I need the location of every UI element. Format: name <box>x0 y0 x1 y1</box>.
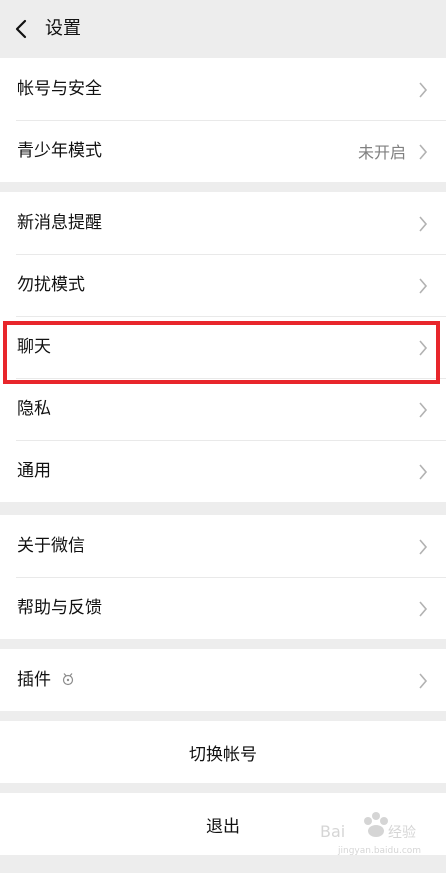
settings-item-label: 插件 <box>17 670 51 690</box>
settings-group-plugins: 插件 <box>0 649 446 711</box>
chevron-right-icon <box>419 216 428 232</box>
settings-item-teen-mode[interactable]: 青少年模式 未开启 <box>0 120 446 182</box>
chevron-right-icon <box>419 539 428 555</box>
settings-item-value: 未开启 <box>357 143 406 162</box>
settings-group-about: 关于微信 帮助与反馈 <box>0 515 446 639</box>
plugin-icon <box>62 673 74 686</box>
chevron-right-icon <box>419 278 428 294</box>
svg-text:Bai: Bai <box>320 822 345 841</box>
chevron-right-icon <box>419 402 428 418</box>
settings-item-privacy[interactable]: 隐私 <box>0 378 446 440</box>
settings-item-general[interactable]: 通用 <box>0 440 446 502</box>
chevron-right-icon <box>419 82 428 98</box>
switch-account-group: 切换帐号 <box>0 721 446 783</box>
settings-item-help-feedback[interactable]: 帮助与反馈 <box>0 577 446 639</box>
switch-account-button[interactable]: 切换帐号 <box>0 721 446 783</box>
settings-item-new-message-notify[interactable]: 新消息提醒 <box>0 192 446 254</box>
settings-item-label: 青少年模式 <box>17 141 102 161</box>
settings-item-label: 帮助与反馈 <box>17 598 102 618</box>
page-title: 设置 <box>45 18 81 39</box>
chevron-right-icon <box>419 673 428 689</box>
top-bar: 设置 <box>0 0 446 58</box>
settings-item-label: 隐私 <box>17 399 51 419</box>
chevron-right-icon <box>419 601 428 617</box>
settings-item-about-wechat[interactable]: 关于微信 <box>0 515 446 577</box>
settings-group-account: 帐号与安全 青少年模式 未开启 <box>0 58 446 182</box>
settings-item-label: 关于微信 <box>17 536 85 556</box>
highlight-box <box>3 321 440 384</box>
watermark-logo: Bai 经验 jingyan.baidu.com <box>320 812 421 856</box>
svg-text:经验: 经验 <box>388 825 416 841</box>
settings-item-plugins[interactable]: 插件 <box>0 649 446 711</box>
svg-text:jingyan.baidu.com: jingyan.baidu.com <box>337 846 421 856</box>
settings-item-do-not-disturb[interactable]: 勿扰模式 <box>0 254 446 316</box>
settings-item-account-security[interactable]: 帐号与安全 <box>0 58 446 120</box>
chevron-right-icon <box>419 144 428 160</box>
settings-item-label: 新消息提醒 <box>17 213 102 233</box>
settings-item-label: 通用 <box>17 461 51 481</box>
settings-item-label: 帐号与安全 <box>17 79 102 99</box>
settings-item-label: 勿扰模式 <box>17 275 85 295</box>
chevron-right-icon <box>419 464 428 480</box>
chevron-left-icon[interactable] <box>12 19 32 39</box>
